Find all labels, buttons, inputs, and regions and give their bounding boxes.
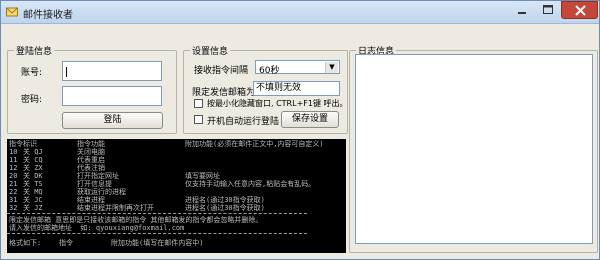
row-id: 20 [9,172,18,180]
account-label: 账号: [21,68,43,78]
row-id: 11 [9,156,18,164]
row-func: 代表重启 [77,156,105,164]
main-window: 邮件接收者 登陆信息 账号: 密码: 登陆 设置信息 接收指令间隔 60秒 ▼ [0,0,600,260]
maximize-button[interactable] [535,1,561,19]
row-code: 关 ZX [23,164,43,172]
password-input[interactable] [62,86,162,106]
row-code: 关 JC [23,196,43,204]
row-id: 22 [9,188,18,196]
row-code: 关 QJ [23,148,43,156]
envelope-icon [6,7,18,17]
row-code: 关 CQ [23,156,43,164]
interval-value: 60秒 [259,66,280,76]
console-format-col2: 附加功能(填写在邮件内容中) [111,239,204,247]
maximize-icon [543,5,553,14]
window-title: 邮件接收者 [23,10,73,21]
row-extra: 填写要网址 [185,172,220,180]
close-icon [575,5,586,16]
account-input[interactable] [62,61,162,81]
row-func: 关闭电脑 [77,148,105,156]
row-id: 10 [9,148,18,156]
row-func: 结束进程 [77,196,105,204]
minimize-icon [518,12,526,14]
login-legend: 登陆信息 [14,44,55,57]
console-format-label: 格式如下: [9,239,42,247]
row-func: 打开信息提 [77,180,112,188]
mailbox-label: 限定发信邮箱为: [192,88,259,98]
console-note-1: 限定发信邮箱 意思即是只接收该邮箱的指令 其他邮箱发的指令都会忽略并删除。 [9,216,263,224]
row-extra: 进程名(通过30指令获取) [185,196,265,204]
minimize-checkbox[interactable] [194,99,203,108]
row-code: 关 TS [23,180,43,188]
login-button[interactable]: 登陆 [62,112,163,129]
row-id: 21 [9,180,18,188]
row-code: 关 MQ [23,188,43,196]
row-code: 关 DK [23,172,43,180]
minimize-button[interactable] [509,1,535,19]
chevron-down-icon[interactable]: ▼ [325,62,338,73]
row-id: 12 [9,164,18,172]
row-id: 31 [9,196,18,204]
password-label: 密码: [21,95,43,105]
console-divider [7,213,307,214]
settings-legend: 设置信息 [190,44,231,57]
row-func: 获取运行的进程 [77,188,126,196]
interval-label: 接收指令间隔 [194,66,249,76]
log-textarea[interactable] [355,54,593,244]
row-extra: 进程名(通过30指令获取) [185,204,265,212]
row-code: 关 JZ [23,204,43,212]
mailbox-input[interactable]: 不填则无效 [253,81,340,96]
save-settings-button[interactable]: 保存设置 [281,111,339,128]
autostart-label: 开机自动运行登陆 [207,117,280,127]
close-button[interactable] [561,1,598,19]
console-divider [7,233,307,234]
console-header-col3: 附加功能(必须在邮件正文中,内容可自定义) [185,140,324,148]
instructions-console: 指令标识 指令功能 附加功能(必须在邮件正文中,内容可自定义) 10 关 QJ … [7,139,346,253]
text-caret [66,67,67,77]
interval-select[interactable]: 60秒 ▼ [255,60,340,76]
row-extra: 仅支持手动输入任意内容,粘贴会有乱码。 [185,180,316,188]
autostart-checkbox[interactable] [194,115,203,124]
row-func: 结束进程并限制再次打开 [77,204,154,212]
settings-group: 设置信息 接收指令间隔 60秒 ▼ 限定发信邮箱为: 不填则无效 按最小化隐藏窗… [183,44,348,134]
console-header-col1: 指令标识 [9,140,37,148]
mailbox-value: 不填则无效 [256,83,302,93]
minimize-label: 按最小化隐藏窗口, CTRL+F1键 呼出。 [207,99,348,108]
console-format-col1: 指令 [59,239,73,247]
console-header-col2: 指令功能 [77,140,105,148]
row-func: 代表注销 [77,164,105,172]
row-id: 32 [9,204,18,212]
title-bar: 邮件接收者 [1,1,599,24]
login-group: 登陆信息 账号: 密码: 登陆 [7,44,177,134]
console-note-2: 请入发信的邮箱地址 如: qyouxiang@foxmail.com [9,224,185,232]
row-func: 打开指定网址 [77,172,119,180]
